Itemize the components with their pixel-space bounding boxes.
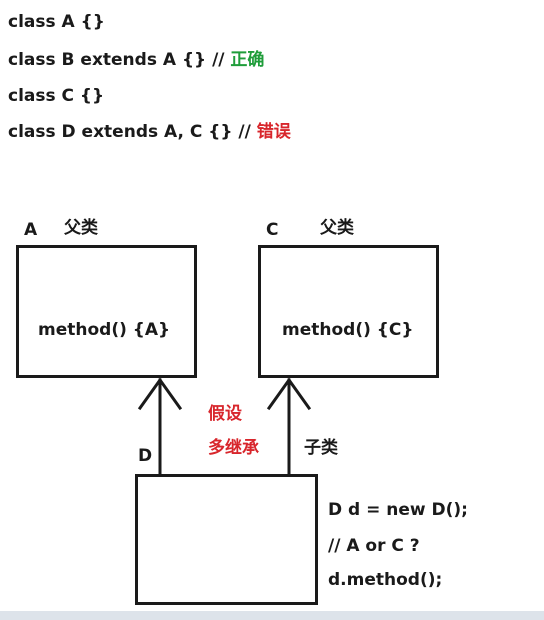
assumption-label: 假设 bbox=[208, 404, 242, 424]
inheritance-diagram-slide: class A {} class B extends A {} // 正确 cl… bbox=[0, 0, 544, 620]
note-new-d: D d = new D(); bbox=[328, 500, 468, 520]
note-question: // A or C ? bbox=[328, 536, 420, 556]
class-d-name: D bbox=[138, 446, 153, 466]
multiple-inheritance-label: 多继承 bbox=[208, 438, 259, 458]
class-d-role: 子类 bbox=[304, 438, 338, 458]
note-method-call: d.method(); bbox=[328, 570, 443, 590]
class-d-box bbox=[135, 474, 318, 605]
bottom-bar bbox=[0, 611, 544, 620]
arrow-d-to-c bbox=[266, 377, 312, 476]
